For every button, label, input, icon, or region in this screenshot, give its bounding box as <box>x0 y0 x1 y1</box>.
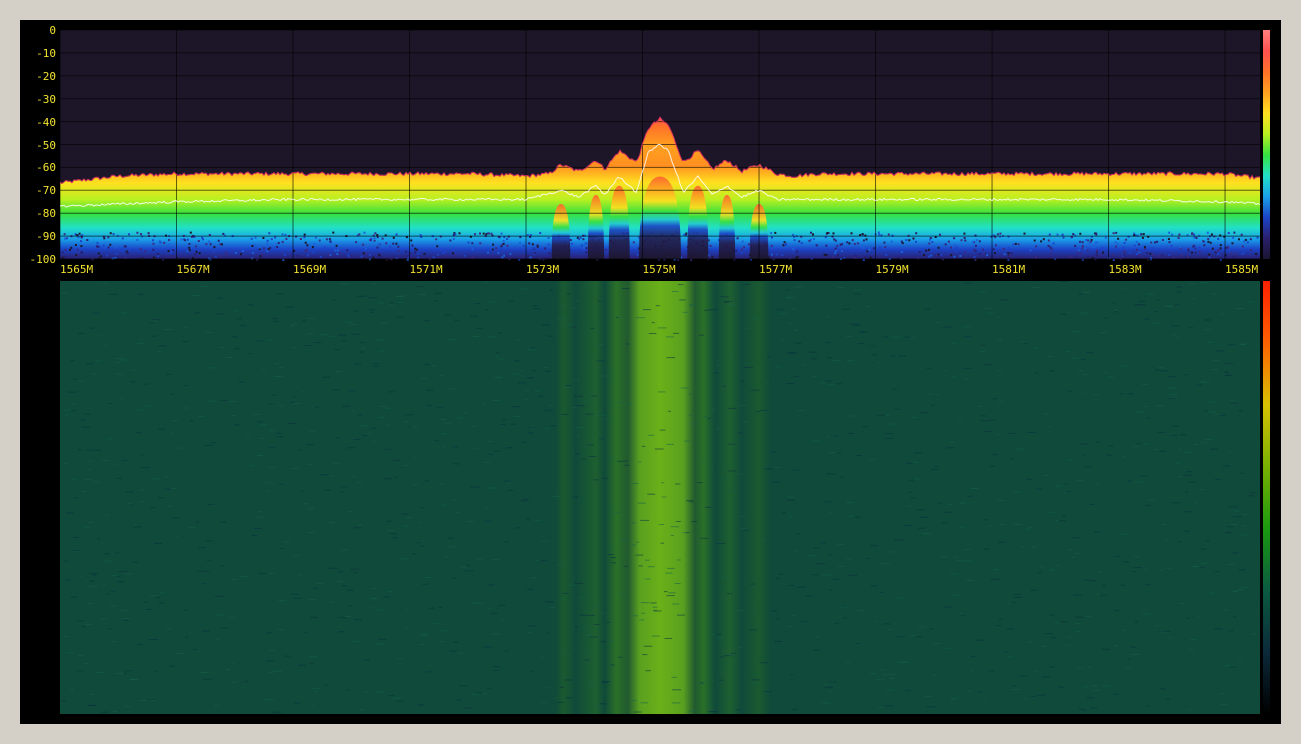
x-tick-label: 1567M <box>176 263 210 276</box>
y-tick-label: 0 <box>49 24 56 37</box>
y-tick-label: -40 <box>36 115 56 129</box>
y-tick-label: -80 <box>36 207 56 221</box>
y-tick-label: -90 <box>36 230 56 244</box>
y-tick-label: -10 <box>36 46 56 60</box>
x-tick-label: 1575M <box>642 263 676 276</box>
x-tick-label: 1565M <box>60 263 94 276</box>
y-tick-label: -30 <box>36 92 56 106</box>
x-tick-label: 1583M <box>1108 263 1142 276</box>
x-tick-label: 1571M <box>409 263 443 276</box>
spectrum-plot[interactable] <box>20 20 1281 280</box>
y-tick-label: -60 <box>36 161 56 175</box>
waterfall-panel[interactable] <box>20 280 1281 724</box>
spectrum-panel[interactable]: 0 -10 -20 -30 -40 -50 -60 -70 -80 -90 -100 1565M 15… <box>20 20 1281 280</box>
x-tick-label: 1579M <box>875 263 909 276</box>
waterfall-bands <box>60 281 1260 714</box>
y-tick-label: -70 <box>36 184 56 198</box>
x-tick-label: 1573M <box>526 263 560 276</box>
waterfall-display[interactable] <box>20 280 1281 724</box>
y-tick-label: -20 <box>36 69 56 83</box>
x-tick-label: 1577M <box>759 263 793 276</box>
y-tick-label: -50 <box>36 138 56 152</box>
waterfall-colorbar <box>1263 281 1270 714</box>
spectrum-colorbar <box>1263 30 1270 259</box>
x-tick-label: 1581M <box>992 263 1026 276</box>
y-tick-label: -100 <box>29 253 57 266</box>
x-tick-label: 1569M <box>293 263 327 276</box>
x-tick-label: 1585M <box>1225 263 1259 276</box>
sdr-app-window: 0 -10 -20 -30 -40 -50 -60 -70 -80 -90 -100 1565M 15… <box>20 20 1281 724</box>
